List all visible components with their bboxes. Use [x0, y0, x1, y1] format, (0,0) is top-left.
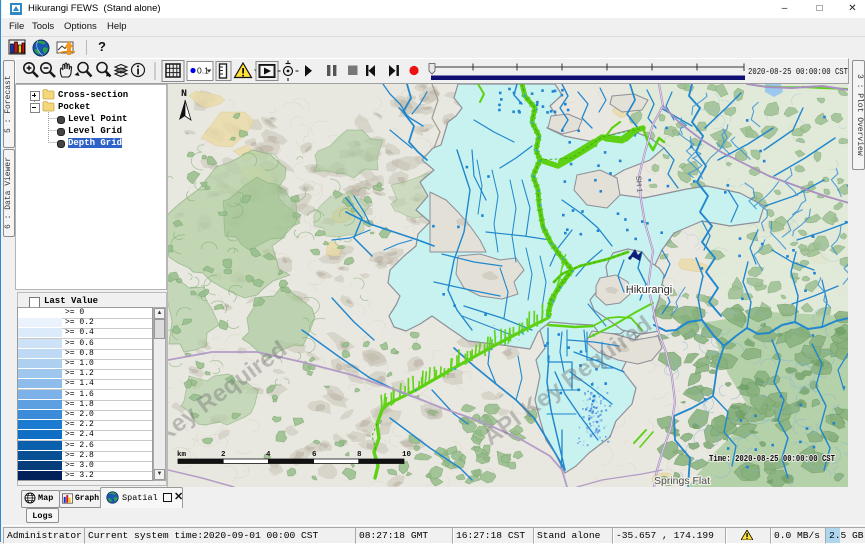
svg-text:km: km — [177, 451, 187, 459]
svg-text:4: 4 — [266, 451, 271, 459]
svg-text:2: 2 — [221, 451, 226, 459]
svg-text:Springs Flat: Springs Flat — [654, 475, 710, 487]
svg-text:6: 6 — [312, 451, 317, 459]
svg-text:SH 1: SH 1 — [634, 175, 644, 192]
svg-text:8: 8 — [357, 451, 362, 459]
svg-text:2020-08-25 00:00:00 CST: 2020-08-25 00:00:00 CST — [748, 66, 848, 77]
svg-text:N: N — [181, 89, 187, 100]
svg-text:0.1: 0.1 — [197, 66, 209, 76]
svg-text:10: 10 — [402, 451, 412, 459]
svg-text:Time: 2020-08-25 00:00:00 CST: Time: 2020-08-25 00:00:00 CST — [709, 453, 835, 464]
svg-text:Hikurangi: Hikurangi — [626, 284, 672, 296]
